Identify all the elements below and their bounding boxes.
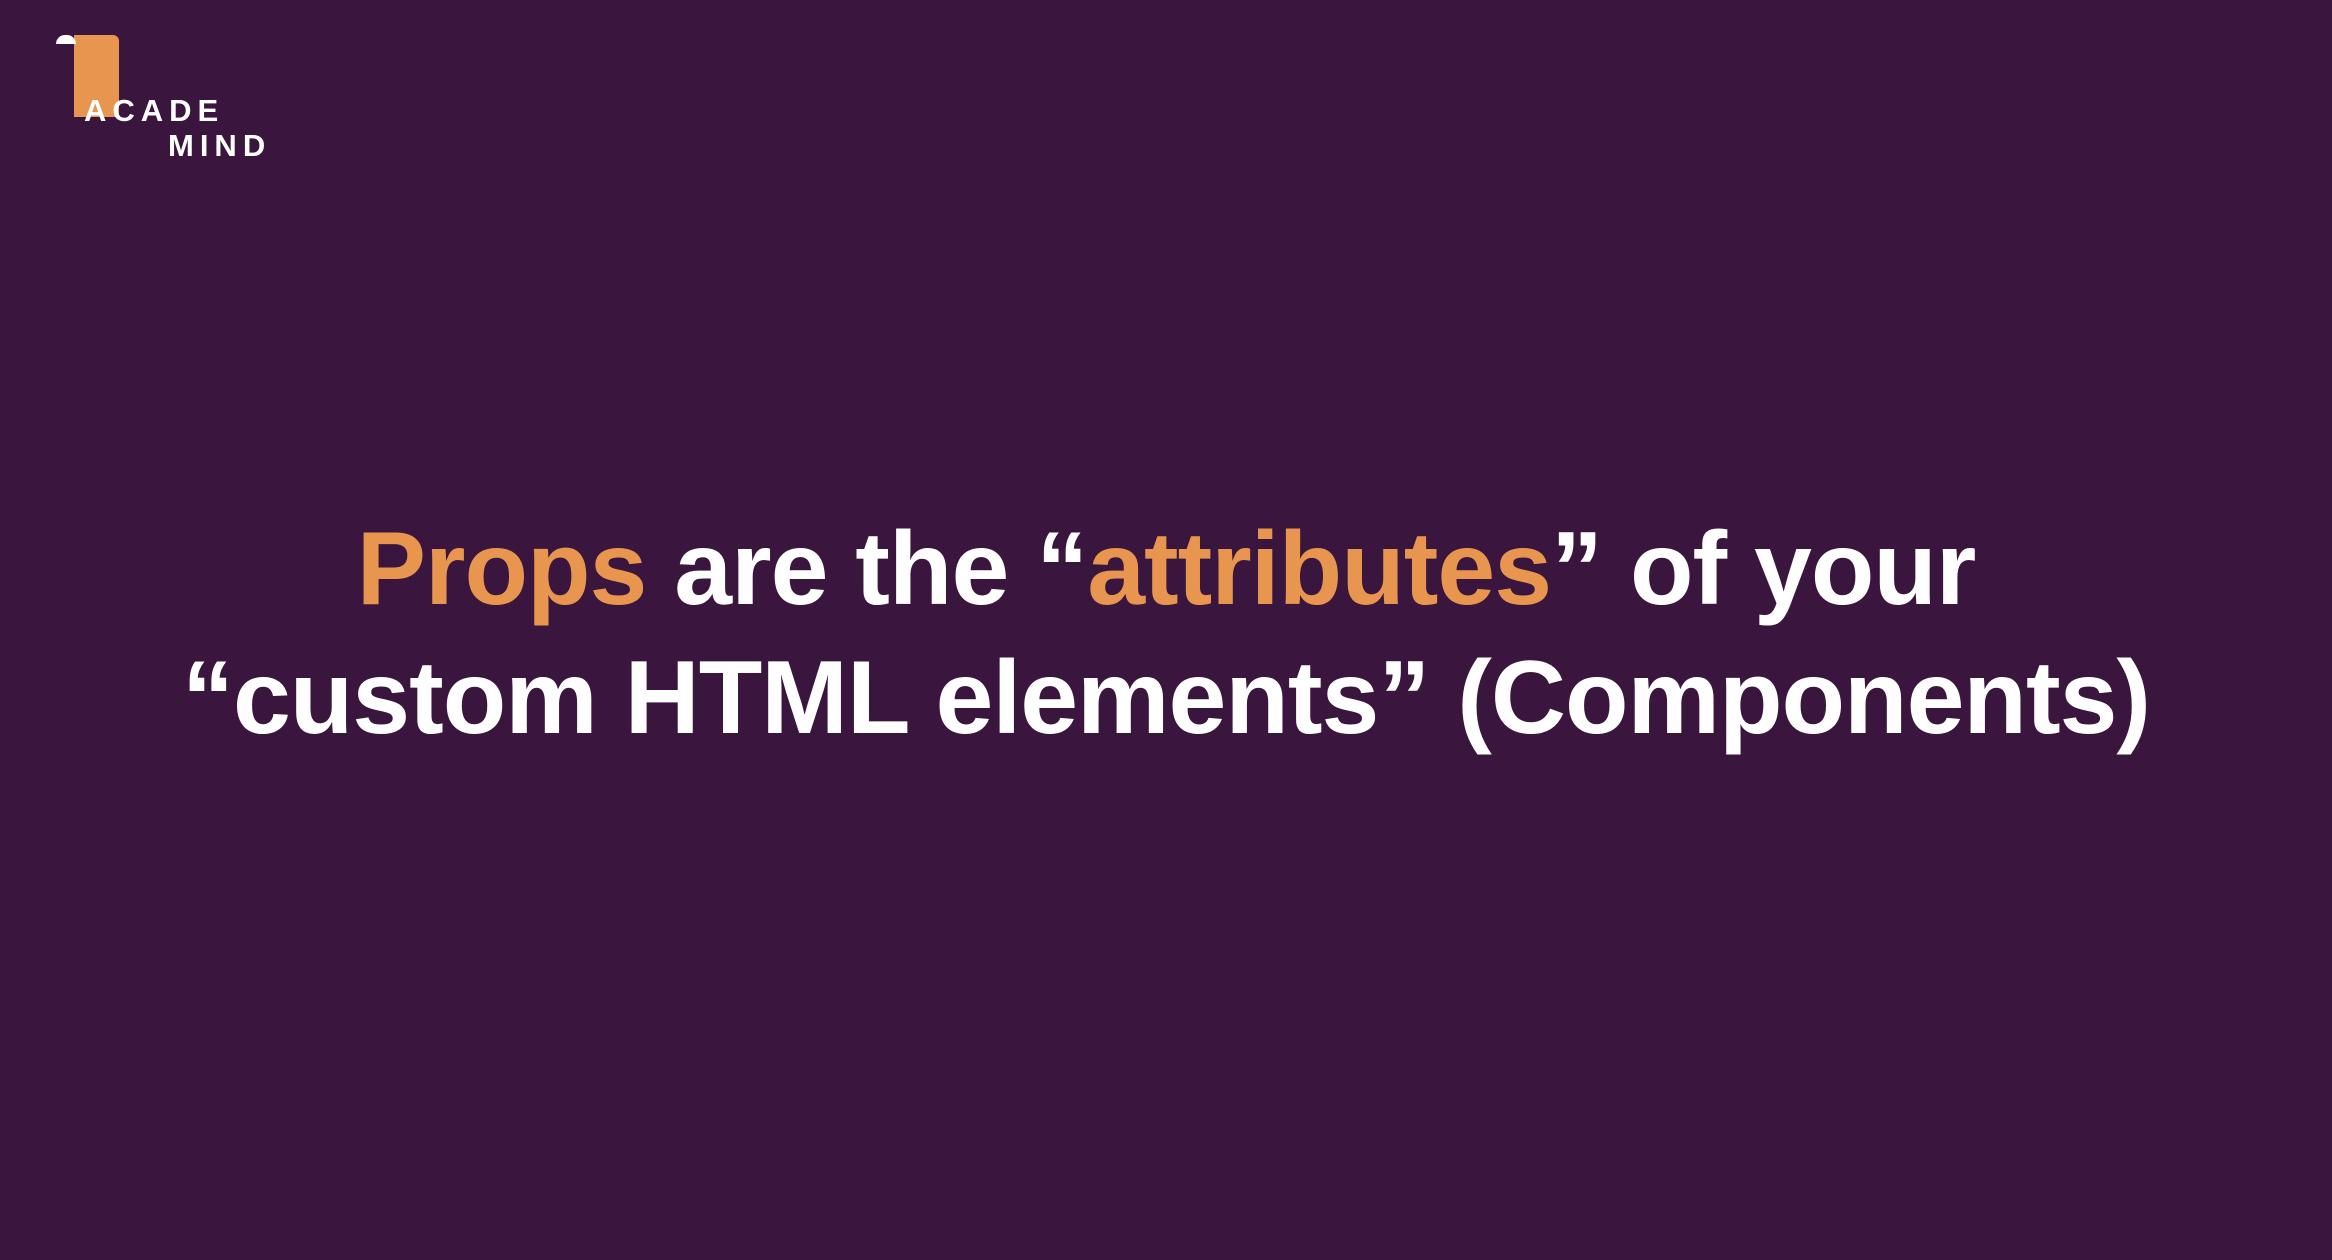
- logo-text-acade: ACADE: [84, 93, 225, 128]
- slide-headline: Props are the “attributes” of your “cust…: [0, 505, 2332, 763]
- headline-of-your: ” of your: [1551, 511, 1976, 627]
- headline-line-1: Props are the “attributes” of your: [0, 505, 2332, 634]
- headline-are-the: are the “: [646, 511, 1088, 627]
- logo-curl-icon: [56, 35, 76, 44]
- academind-logo: ACADE MIND: [56, 33, 296, 168]
- logo-text-mind: MIND: [168, 128, 272, 163]
- headline-line-2: “custom HTML elements” (Components): [181, 640, 2151, 756]
- headline-props: Props: [356, 511, 648, 627]
- headline-attributes: attributes: [1087, 511, 1552, 627]
